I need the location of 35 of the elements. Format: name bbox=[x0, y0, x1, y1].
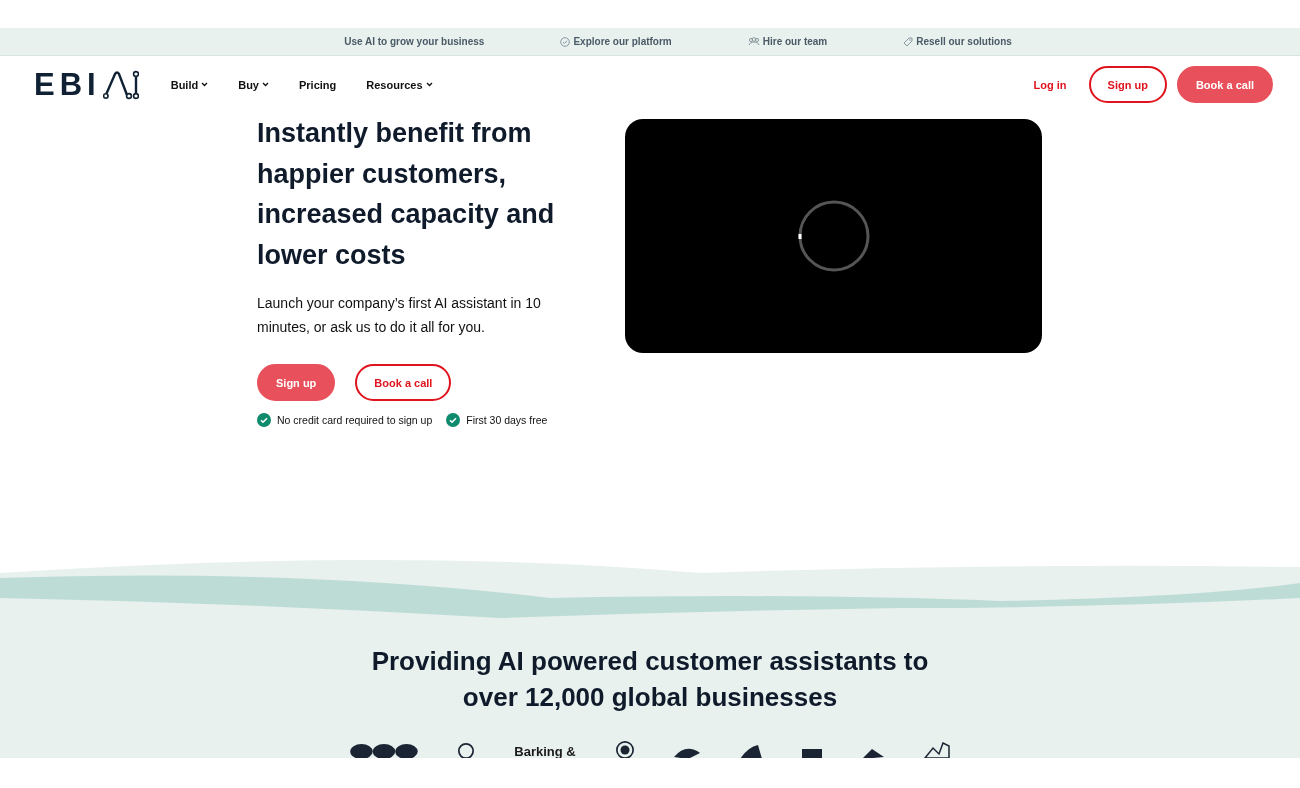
top-bar-link[interactable]: Use AI to grow your business bbox=[344, 36, 485, 47]
client-logo-text: Barking & bbox=[514, 744, 576, 758]
check-icon bbox=[257, 413, 271, 427]
login-link[interactable]: Log in bbox=[1033, 78, 1067, 91]
nav-menu-item[interactable]: Build bbox=[170, 78, 209, 91]
top-bar-link[interactable]: Explore our platform bbox=[560, 36, 672, 47]
check-circle-icon bbox=[560, 36, 571, 47]
client-logo-icon bbox=[458, 743, 475, 758]
nav-menu-item[interactable]: Resources bbox=[366, 78, 433, 91]
video-player[interactable] bbox=[625, 119, 1042, 353]
book-call-button[interactable]: Book a call bbox=[1176, 66, 1273, 103]
book-call-button[interactable]: Book a call bbox=[355, 364, 452, 401]
hero-title: Instantly benefit from happier customers, increased capacity and lower costs bbox=[257, 117, 556, 272]
top-bar-link[interactable]: Resell our solutions bbox=[903, 36, 1012, 47]
client-logo-icon bbox=[350, 744, 419, 758]
logo-text[interactable]: EBI bbox=[34, 66, 101, 103]
check-icon bbox=[446, 413, 461, 427]
signup-button[interactable]: Sign up bbox=[1088, 66, 1167, 103]
signup-button[interactable]: Sign up bbox=[257, 364, 336, 401]
client-logo-icon bbox=[739, 745, 762, 758]
tag-icon bbox=[903, 36, 914, 47]
top-bar-link[interactable]: Hire our team bbox=[747, 36, 828, 47]
perk-text: First 30 days free bbox=[466, 414, 548, 426]
client-logo-icon bbox=[923, 742, 950, 758]
loading-spinner-icon bbox=[796, 199, 871, 273]
perk-text: No credit card required to sign up bbox=[277, 414, 433, 426]
hero-subtitle: Launch your company’s first AI assistant in 10 minutes, or ask us to do it all for you. bbox=[257, 294, 542, 337]
client-logo-icon bbox=[615, 741, 634, 758]
nav-menu-item[interactable]: Buy bbox=[238, 78, 269, 91]
client-logo-icon bbox=[861, 749, 884, 758]
people-icon bbox=[747, 37, 760, 46]
nav-menu-item[interactable]: Pricing bbox=[298, 78, 337, 91]
client-logo-icon bbox=[801, 749, 822, 758]
clients-title: Providing AI powered customer assistants to over 12,000 global businesses bbox=[370, 645, 930, 714]
logo-icon bbox=[102, 69, 139, 100]
